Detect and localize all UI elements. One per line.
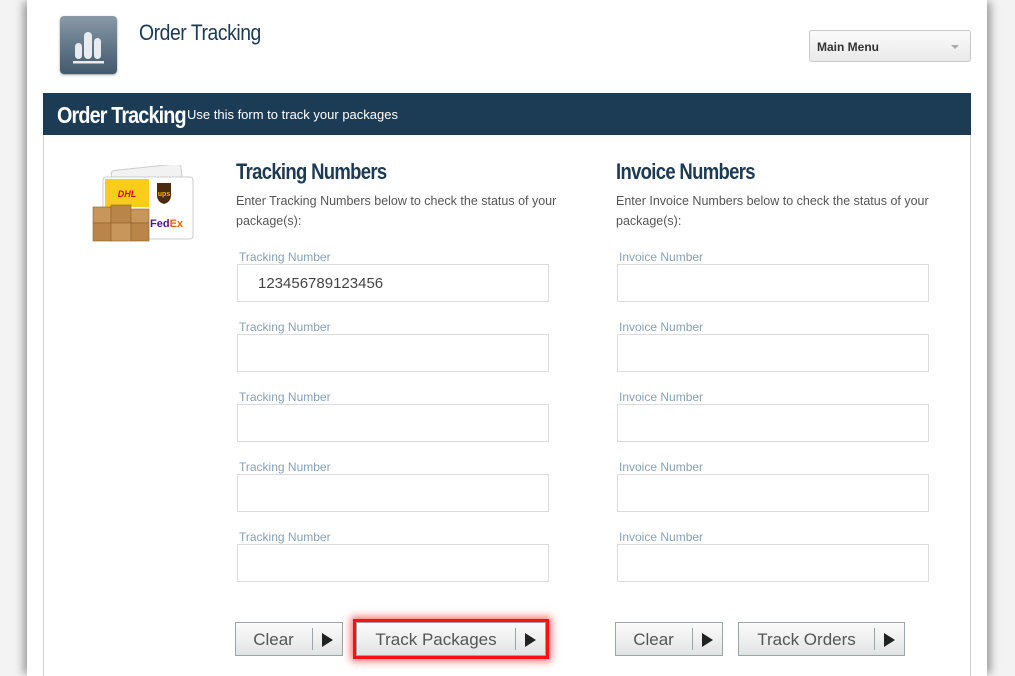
tracking-heading: Tracking Numbers [236,159,387,184]
invoice-heading: Invoice Numbers [616,159,756,184]
invoice-field-label: Invoice Number [619,530,704,544]
invoice-field-label: Invoice Number [619,320,704,334]
play-arrow-icon [884,633,895,647]
invoice-field-label: Invoice Number [619,390,704,404]
tracking-field-label: Tracking Number [239,530,331,544]
page-banner: Order Tracking Use this form to track yo… [43,93,971,135]
button-separator [874,628,875,650]
invoice-field-5: Invoice Number [617,530,929,582]
form-content: DHL ups FedEx Tracking Numbers Enter Tra… [43,135,971,676]
page: Order Tracking Main Menu Order Tracking … [27,0,987,676]
button-separator [692,628,693,650]
tracking-number-input[interactable] [237,474,549,512]
tracking-description: Enter Tracking Numbers below to check th… [236,194,557,228]
tracking-field-label: Tracking Number [239,460,331,474]
tracking-number-input[interactable] [237,544,549,582]
button-separator [515,628,516,650]
invoice-field-label: Invoice Number [619,250,704,264]
invoice-field-label: Invoice Number [619,460,704,474]
tracking-field-label: Tracking Number [239,320,331,334]
tracking-field-5: Tracking Number [237,530,549,582]
svg-text:FedEx: FedEx [150,218,184,230]
track-packages-label: Track Packages [375,630,497,649]
invoice-description: Enter Invoice Numbers below to check the… [616,194,929,228]
invoice-field-2: Invoice Number [617,320,929,372]
tracking-number-input[interactable] [237,264,549,302]
tracking-field-1: Tracking Number [237,250,549,302]
carrier-logos-icon: DHL ups FedEx [92,165,194,242]
play-arrow-icon [702,633,713,647]
bar-chart-icon [60,16,117,74]
svg-text:ups: ups [158,191,171,198]
invoice-section: Invoice Numbers Enter Invoice Numbers be… [616,159,961,231]
invoice-field-1: Invoice Number [617,250,929,302]
tracking-clear-label: Clear [253,630,294,649]
track-packages-button[interactable]: Track Packages [356,622,546,656]
invoice-number-input[interactable] [617,334,929,372]
button-separator [312,628,313,650]
tracking-field-4: Tracking Number [237,460,549,512]
tracking-field-3: Tracking Number [237,390,549,442]
play-arrow-icon [525,633,536,647]
main-menu-dropdown[interactable]: Main Menu [809,30,971,62]
tracking-number-input[interactable] [237,404,549,442]
tracking-field-label: Tracking Number [239,250,331,264]
banner-subtitle: Use this form to track your packages [187,107,398,122]
app-title: Order Tracking [139,20,261,45]
track-orders-label: Track Orders [757,630,856,649]
invoice-clear-button[interactable]: Clear [615,622,723,656]
tracking-section: Tracking Numbers Enter Tracking Numbers … [236,159,581,231]
invoice-number-input[interactable] [617,474,929,512]
tracking-clear-button[interactable]: Clear [235,622,343,656]
banner-title: Order Tracking [57,102,187,128]
invoice-clear-label: Clear [633,630,674,649]
invoice-field-4: Invoice Number [617,460,929,512]
tracking-field-2: Tracking Number [237,320,549,372]
track-orders-button[interactable]: Track Orders [738,622,905,656]
invoice-number-input[interactable] [617,544,929,582]
invoice-field-3: Invoice Number [617,390,929,442]
main-menu-label: Main Menu [817,40,879,54]
tracking-number-input[interactable] [237,334,549,372]
svg-text:DHL: DHL [118,189,137,199]
invoice-number-input[interactable] [617,264,929,302]
tracking-field-label: Tracking Number [239,390,331,404]
chevron-down-icon [951,45,959,49]
invoice-number-input[interactable] [617,404,929,442]
play-arrow-icon [322,633,333,647]
